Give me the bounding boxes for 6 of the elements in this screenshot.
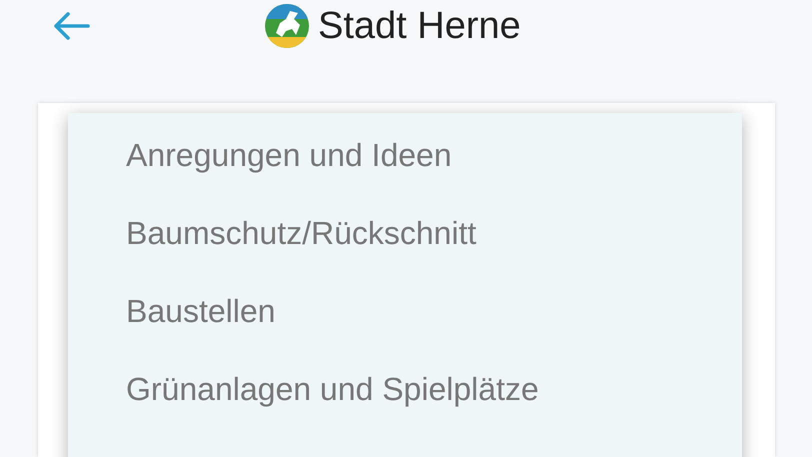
back-arrow-icon — [52, 10, 92, 42]
menu-item[interactable]: Baumschutz/Rückschnitt — [68, 211, 742, 289]
menu-item[interactable]: Baustellen — [68, 289, 742, 367]
menu-item[interactable]: Grünanlagen und Spielplätze — [68, 367, 742, 445]
menu-item[interactable]: Anregungen und Ideen — [68, 133, 742, 211]
app-title: Stadt Herne — [318, 7, 521, 45]
